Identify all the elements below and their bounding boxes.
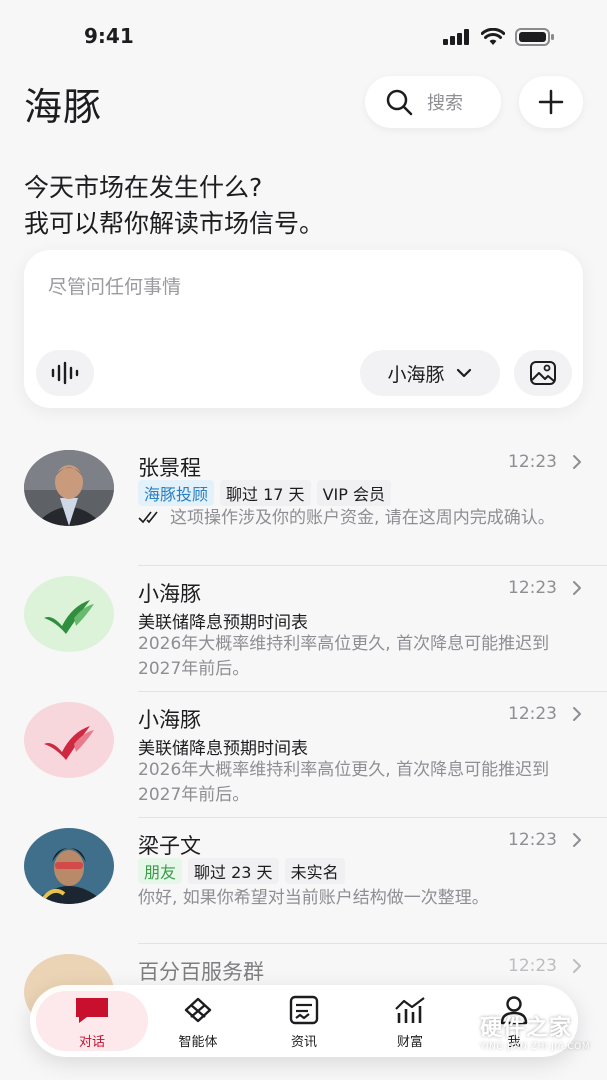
chevron-right-icon [573, 455, 581, 469]
add-button[interactable] [519, 76, 583, 128]
watermark-logo-icon [441, 1013, 473, 1049]
status-bar: 9:41 [0, 0, 607, 70]
image-upload-button[interactable] [514, 350, 572, 396]
ask-input[interactable]: 尽管问任何事情 [48, 272, 181, 299]
tag-row: 海豚投顾 聊过 17 天 VIP 会员 [138, 480, 391, 506]
chat-preview: 这项操作涉及你的账户资金, 请在这周内完成确认。 [138, 506, 578, 531]
double-check-icon [138, 511, 158, 524]
plus-icon [538, 89, 564, 115]
tag-chat-days: 聊过 17 天 [220, 480, 311, 506]
chat-item[interactable]: 小海豚 12:23 美联储降息预期时间表 2026年大概率维持利率高位更久, 首… [0, 692, 607, 818]
tab-wealth[interactable]: 财富 [370, 995, 450, 1050]
watermark-title: 硬件之家 [480, 1016, 573, 1041]
wifi-icon [481, 28, 505, 45]
chat-preview: 2026年大概率维持利率高位更久, 首次降息可能推迟到2027年前后。 [138, 760, 550, 805]
chat-name: 小海豚 [138, 582, 201, 606]
model-select[interactable]: 小海豚 [360, 350, 500, 396]
tab-label: 财富 [396, 1035, 423, 1050]
voice-input-button[interactable] [36, 350, 94, 396]
chevron-right-icon [573, 959, 581, 973]
dolphin-logo-green-icon [44, 600, 94, 634]
model-label: 小海豚 [387, 363, 445, 386]
tag-vip: VIP 会员 [316, 480, 391, 506]
chevron-down-icon [456, 368, 471, 378]
chat-name: 梁子文 [138, 834, 201, 858]
chat-time: 12:23 [508, 830, 557, 850]
chat-list: 张景程 12:23 海豚投顾 聊过 17 天 VIP 会员 这项操作涉及你的账户… [0, 440, 607, 1070]
tab-agent[interactable]: 智能体 [158, 995, 238, 1050]
status-time: 9:41 [84, 24, 134, 48]
image-icon [530, 361, 556, 385]
avatar [24, 702, 114, 778]
chat-bubble-icon [76, 998, 108, 1023]
greeting: 今天市场在发生什么? 我可以帮你解读市场信号。 [24, 170, 324, 242]
tab-label: 对话 [78, 1035, 105, 1050]
chevron-right-icon [573, 833, 581, 847]
search-icon [386, 89, 413, 116]
news-icon [289, 995, 319, 1025]
tag-advisor: 海豚投顾 [138, 480, 215, 506]
chat-subtitle: 美联储降息预期时间表 [138, 739, 308, 759]
chat-preview: 你好, 如果你希望对当前账户结构做一次整理。 [138, 888, 489, 908]
chevron-right-icon [573, 707, 581, 721]
chat-item[interactable]: 梁子文 12:23 朋友 聊过 23 天 未实名 你好, 如果你希望对当前账户结… [0, 818, 607, 944]
chat-preview-text: 这项操作涉及你的账户资金, 请在这周内完成确认。 [170, 508, 555, 528]
battery-icon [515, 28, 554, 46]
greeting-line-1: 今天市场在发生什么? [24, 173, 263, 202]
watermark-subtitle: YING JIAN ZHI JIA.COM [480, 1042, 591, 1052]
tag-chat-days: 聊过 23 天 [188, 858, 279, 884]
tag-unverified: 未实名 [284, 858, 345, 884]
chat-name: 百分百服务群 [138, 960, 264, 984]
tag-friend: 朋友 [138, 858, 183, 884]
tag-row: 朋友 聊过 23 天 未实名 [138, 858, 345, 884]
chat-item[interactable]: 小海豚 12:23 美联储降息预期时间表 2026年大概率维持利率高位更久, 首… [0, 566, 607, 692]
tab-chat[interactable]: 对话 [52, 995, 132, 1050]
avatar [24, 450, 114, 526]
chat-time: 12:23 [508, 452, 557, 472]
waveform-icon [51, 361, 79, 385]
wealth-chart-icon [395, 997, 425, 1023]
chevron-right-icon [573, 581, 581, 595]
page-title: 海豚 [24, 85, 103, 129]
chat-time: 12:23 [508, 956, 557, 976]
search-button[interactable]: 搜索 [365, 76, 501, 128]
chat-subtitle: 美联储降息预期时间表 [138, 613, 308, 633]
avatar [24, 828, 114, 904]
greeting-line-2: 我可以帮你解读市场信号。 [24, 209, 325, 238]
chat-item[interactable]: 张景程 12:23 海豚投顾 聊过 17 天 VIP 会员 这项操作涉及你的账户… [0, 440, 607, 566]
chat-preview: 2026年大概率维持利率高位更久, 首次降息可能推迟到2027年前后。 [138, 634, 550, 679]
tab-news[interactable]: 资讯 [264, 995, 344, 1050]
search-label: 搜索 [427, 93, 463, 114]
watermark: 硬件之家 YING JIAN ZHI JIA.COM [440, 1010, 590, 1052]
agent-icon [184, 997, 212, 1023]
avatar [24, 576, 114, 652]
tab-label: 智能体 [178, 1035, 218, 1050]
dolphin-logo-red-icon [44, 726, 94, 760]
header: 海豚 搜索 [0, 70, 607, 140]
chat-name: 张景程 [138, 456, 201, 480]
tab-label: 资讯 [290, 1035, 317, 1050]
signal-icon [443, 29, 469, 45]
chat-name: 小海豚 [138, 708, 201, 732]
ask-card: 尽管问任何事情 小海豚 [24, 250, 583, 408]
chat-time: 12:23 [508, 704, 557, 724]
chat-time: 12:23 [508, 578, 557, 598]
